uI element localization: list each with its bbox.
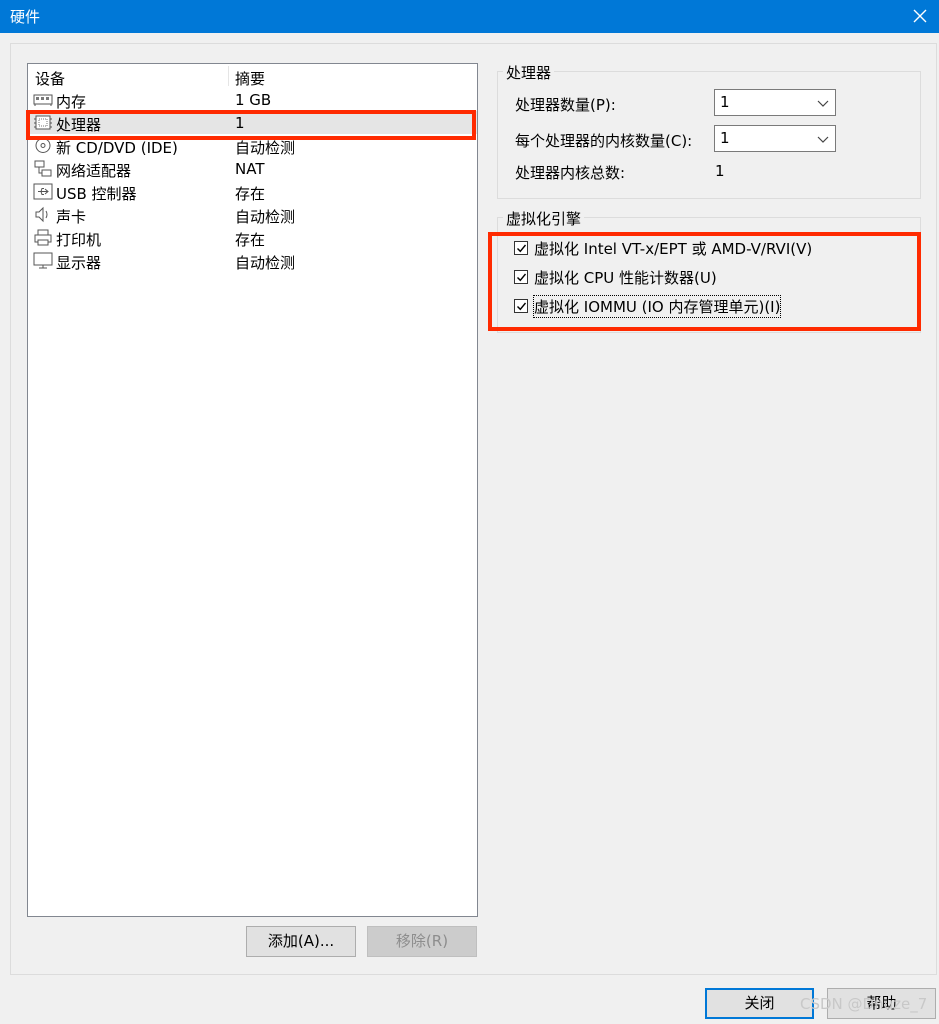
num-processors-value: 1	[720, 93, 730, 111]
virtualization-group-label: 虚拟化引擎	[503, 208, 585, 229]
device-name: 打印机	[56, 231, 102, 249]
memory-icon	[33, 91, 53, 108]
total-cores-value: 1	[715, 162, 725, 180]
device-name: 网络适配器	[56, 162, 132, 180]
device-list-header: 设备 摘要	[28, 64, 477, 88]
column-separator[interactable]	[228, 66, 229, 86]
device-summary: 自动检测	[235, 208, 296, 226]
cores-per-processor-dropdown[interactable]: 1	[714, 125, 836, 152]
device-summary: 存在	[235, 231, 266, 249]
column-header-device[interactable]: 设备	[35, 68, 65, 89]
add-button[interactable]: 添加(A)...	[246, 926, 356, 957]
device-row-network-adapter[interactable]: 网络适配器 NAT	[28, 157, 477, 180]
remove-button[interactable]: 移除(R)	[367, 926, 477, 957]
device-summary: 1 GB	[235, 91, 272, 109]
device-summary: NAT	[235, 160, 265, 178]
device-name: 内存	[56, 93, 87, 111]
usb-icon	[33, 183, 53, 200]
monitor-icon	[33, 252, 53, 269]
device-row-display[interactable]: 显示器 自动检测	[28, 249, 477, 272]
network-adapter-icon	[33, 160, 53, 177]
device-row-sound-card[interactable]: 声卡 自动检测	[28, 203, 477, 226]
close-button[interactable]: 关闭	[705, 988, 814, 1019]
device-row-memory[interactable]: 内存 1 GB	[28, 88, 477, 111]
chevron-down-icon	[817, 136, 829, 143]
column-header-summary[interactable]: 摘要	[235, 68, 265, 89]
device-name: USB 控制器	[56, 185, 137, 203]
device-name: 显示器	[56, 254, 102, 272]
title-bar: 硬件	[0, 0, 939, 33]
cores-per-processor-label: 每个处理器的内核数量(C):	[515, 132, 693, 150]
num-processors-label: 处理器数量(P):	[515, 96, 616, 114]
watermark: CSDN @Dnuze_7	[800, 995, 928, 1013]
device-row-printer[interactable]: 打印机 存在	[28, 226, 477, 249]
highlight-box-virtualization	[488, 232, 921, 331]
speaker-icon	[33, 206, 53, 223]
device-list[interactable]: 设备 摘要 内存 1 GB 处理器 1 新 CD/DVD (IDE) 自动检测 …	[27, 63, 478, 917]
window-title: 硬件	[10, 8, 41, 26]
device-name: 声卡	[56, 208, 87, 226]
cores-per-processor-value: 1	[720, 129, 730, 147]
printer-icon	[33, 229, 53, 246]
device-name: 新 CD/DVD (IDE)	[56, 139, 178, 157]
device-summary: 自动检测	[235, 139, 296, 157]
dialog-client: 设备 摘要 内存 1 GB 处理器 1 新 CD/DVD (IDE) 自动检测 …	[0, 33, 939, 1024]
num-processors-dropdown[interactable]: 1	[714, 89, 836, 116]
device-summary: 存在	[235, 185, 266, 203]
highlight-box-processor	[26, 110, 476, 140]
chevron-down-icon	[817, 100, 829, 107]
total-cores-label: 处理器内核总数:	[515, 164, 626, 182]
processor-group-label: 处理器	[503, 62, 555, 83]
device-row-usb[interactable]: USB 控制器 存在	[28, 180, 477, 203]
close-icon[interactable]	[907, 3, 933, 29]
device-summary: 自动检测	[235, 254, 296, 272]
